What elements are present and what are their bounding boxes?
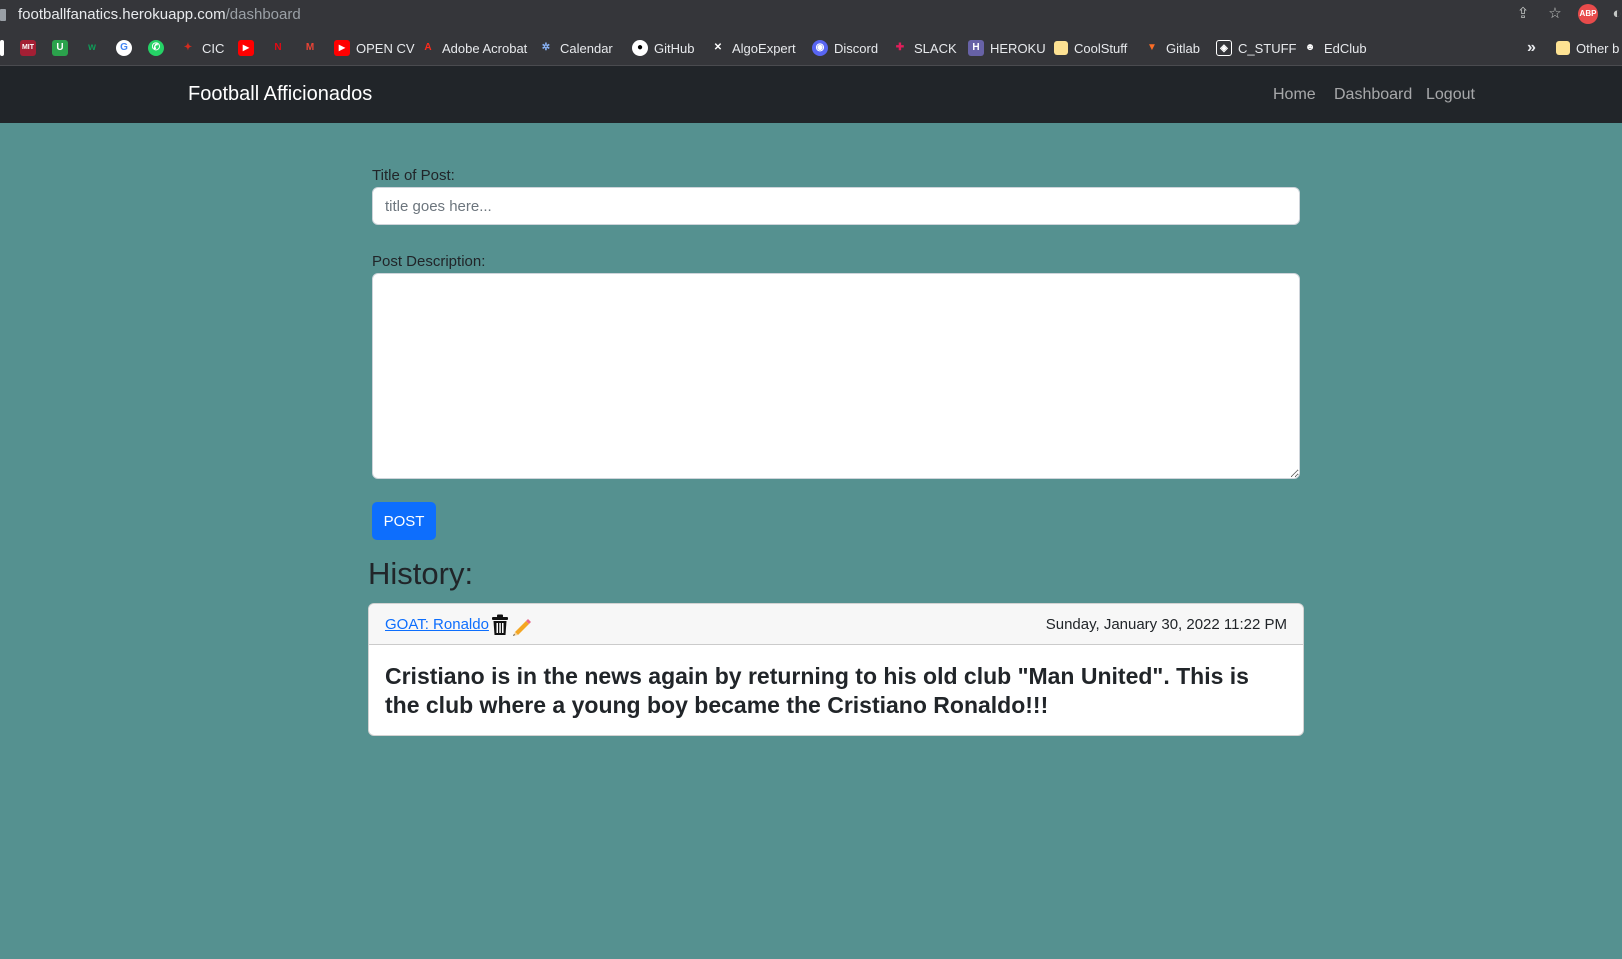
- bookmark-adobe-acrobat[interactable]: A Adobe Acrobat: [420, 39, 527, 57]
- bookmark-edclub[interactable]: ☻ EdClub: [1302, 39, 1367, 57]
- browser-url-bar[interactable]: footballfanatics.herokuapp.com/dashboard…: [0, 0, 1622, 30]
- bookmark-cstuff[interactable]: ◈ C_STUFF: [1216, 39, 1297, 57]
- bookmark-label: SLACK: [914, 40, 957, 56]
- u-icon: U: [52, 40, 68, 56]
- brand-link[interactable]: Football Afficionados: [188, 83, 372, 106]
- bookmark-label: CoolStuff: [1074, 40, 1128, 56]
- gmail-icon: M: [305, 42, 315, 53]
- youtube-icon: ▶: [334, 40, 350, 56]
- bookmark-gmail[interactable]: M: [302, 39, 318, 57]
- post-card-header: GOAT: Ronaldo Sunday, January 30, 2022 1…: [369, 604, 1303, 645]
- acrobat-icon: A: [424, 42, 432, 53]
- bookmark-gitlab[interactable]: ▼ Gitlab: [1144, 39, 1200, 57]
- pencil-edit-icon[interactable]: [511, 614, 531, 636]
- folder-icon: [1556, 41, 1570, 55]
- edclub-icon: ☻: [1304, 42, 1316, 53]
- bookmark-label: OPEN CV: [356, 40, 415, 56]
- bookmark-youtube[interactable]: ▶: [238, 39, 254, 57]
- bookmark-heroku[interactable]: H HEROKU: [968, 39, 1046, 57]
- bookmark-algoexpert[interactable]: ✕ AlgoExpert: [710, 39, 796, 57]
- cstuff-icon: ◈: [1216, 40, 1232, 56]
- algoexpert-icon: ✕: [713, 42, 723, 53]
- post-body: Cristiano is in the news again by return…: [385, 663, 1249, 718]
- bookmark-cic[interactable]: ✦ CIC: [180, 39, 225, 57]
- bookmark-label: EdClub: [1324, 40, 1367, 56]
- mit-icon: MIT: [20, 40, 36, 56]
- history-heading: History:: [368, 556, 474, 591]
- youtube-icon: ▶: [238, 40, 254, 56]
- bookmark-opencv[interactable]: ▶ OPEN CV: [334, 39, 415, 57]
- bookmarks-overflow-button[interactable]: »: [1527, 39, 1536, 57]
- discord-icon: ◉: [812, 40, 828, 56]
- app-navbar: Football Afficionados Home Dashboard Log…: [0, 66, 1622, 123]
- bookmark-coolstuff[interactable]: CoolStuff: [1054, 39, 1127, 57]
- title-input[interactable]: [372, 187, 1300, 225]
- post-card: GOAT: Ronaldo Sunday, January 30, 2022 1…: [368, 603, 1304, 736]
- bookmark-w[interactable]: w: [84, 39, 100, 57]
- netflix-icon: N: [274, 42, 282, 53]
- post-title-link[interactable]: GOAT: Ronaldo: [385, 616, 489, 633]
- lock-icon: [0, 9, 6, 21]
- folder-icon: [1054, 41, 1068, 55]
- description-textarea[interactable]: [372, 273, 1300, 479]
- url-path: /dashboard: [225, 6, 301, 23]
- bookmark-label: C_STUFF: [1238, 40, 1297, 56]
- bookmark-u[interactable]: U: [52, 39, 68, 57]
- bookmark-whatsapp[interactable]: ✆: [148, 39, 164, 57]
- overflow-chevron-icon: »: [1527, 39, 1536, 56]
- w-icon: w: [88, 42, 96, 53]
- nav-home[interactable]: Home: [1273, 86, 1316, 104]
- bookmark-label: Adobe Acrobat: [442, 40, 528, 56]
- slack-icon: ✚: [895, 42, 905, 53]
- bookmark-label: CIC: [202, 40, 225, 56]
- post-button[interactable]: POST: [372, 502, 436, 540]
- gitlab-icon: ▼: [1147, 42, 1157, 53]
- nav-dashboard[interactable]: Dashboard: [1334, 86, 1412, 104]
- calendar-icon: ✲: [541, 42, 551, 53]
- github-icon: ●: [632, 40, 648, 56]
- bookmark-label: Discord: [834, 40, 879, 56]
- description-label: Post Description:: [372, 253, 486, 270]
- bookmark-google[interactable]: G: [116, 39, 132, 57]
- bookmarks-bar: MIT U w G ✆ ✦ CIC ▶ N M ▶ OPEN CV A Adobe A…: [0, 30, 1622, 66]
- trash-icon[interactable]: [491, 614, 511, 636]
- google-icon: G: [116, 40, 132, 56]
- bookmark-slack[interactable]: ✚ SLACK: [892, 39, 957, 57]
- bookmark-label: GitHub: [654, 40, 695, 56]
- bookmark-mit[interactable]: MIT: [20, 39, 36, 57]
- bookmark-discord[interactable]: ◉ Discord: [812, 39, 878, 57]
- bookmark-github[interactable]: ● GitHub: [632, 39, 694, 57]
- other-bookmarks[interactable]: Other b: [1556, 39, 1619, 57]
- bookmark-label: Calendar: [560, 40, 613, 56]
- title-label: Title of Post:: [372, 167, 455, 184]
- extension-icon[interactable]: ◐: [1612, 5, 1622, 23]
- bookmark-calendar[interactable]: ✲ Calendar: [538, 39, 613, 57]
- bookmark-label: HEROKU: [990, 40, 1046, 56]
- bookmark-label: Gitlab: [1166, 40, 1200, 56]
- url-host: footballfanatics.herokuapp.com: [18, 6, 226, 23]
- bookmark-netflix[interactable]: N: [270, 39, 286, 57]
- maple-leaf-icon: ✦: [183, 42, 193, 53]
- adblock-icon[interactable]: ABP: [1578, 4, 1598, 24]
- post-date: Sunday, January 30, 2022 11:22 PM: [1045, 616, 1287, 633]
- bookmark-partial[interactable]: [0, 39, 4, 57]
- whatsapp-icon: ✆: [148, 40, 164, 56]
- share-icon[interactable]: ⇪: [1514, 5, 1532, 23]
- bookmark-label: Other b: [1576, 40, 1620, 56]
- star-icon[interactable]: ☆: [1546, 5, 1564, 23]
- nav-logout[interactable]: Logout: [1426, 86, 1475, 104]
- url-text[interactable]: footballfanatics.herokuapp.com/dashboard: [18, 6, 301, 23]
- bookmark-label: AlgoExpert: [732, 40, 796, 56]
- heroku-icon: H: [968, 40, 984, 56]
